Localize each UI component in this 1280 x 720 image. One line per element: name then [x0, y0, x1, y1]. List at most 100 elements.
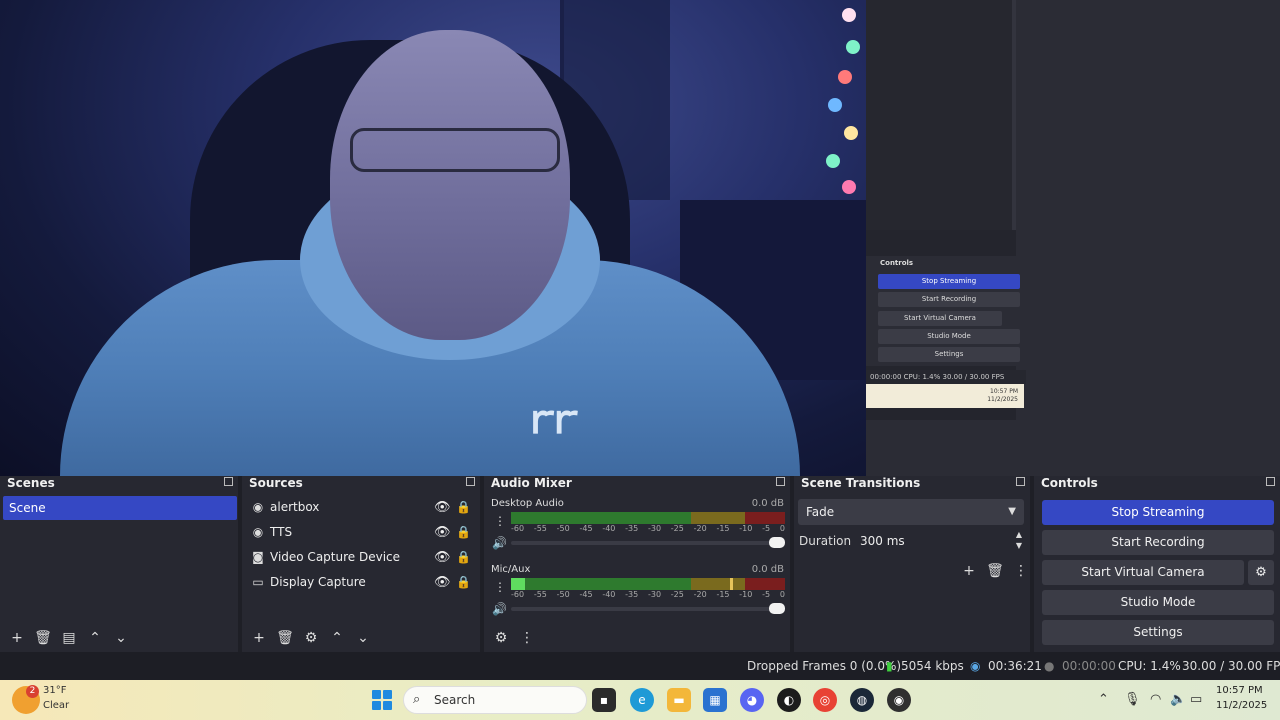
- store-icon[interactable]: ▦: [703, 688, 727, 712]
- sources-title-text: Sources: [249, 476, 303, 490]
- kebab-menu-icon[interactable]: ⋮: [494, 580, 506, 594]
- eye-icon[interactable]: 👁: [434, 520, 451, 545]
- fps: 30.00 / 30.00 FPS: [1182, 659, 1280, 673]
- github-icon[interactable]: ◐: [777, 688, 801, 712]
- start-virtual-camera-button[interactable]: Start Virtual Camera: [1042, 560, 1244, 585]
- controls-dock: Controls Stop Streaming Start Recording …: [1034, 476, 1280, 652]
- weather-temperature[interactable]: 31°F: [43, 685, 66, 696]
- transition-tools: + 🗑 ⋮: [958, 560, 1032, 582]
- audio-mixer-dock: Audio Mixer Desktop Audio 0.0 dB ⋮ -60 -5…: [484, 476, 790, 652]
- add-icon[interactable]: +: [958, 560, 980, 582]
- meter-tick-label: -40: [602, 590, 616, 599]
- battery-icon[interactable]: ▭: [1190, 680, 1202, 720]
- speaker-icon[interactable]: 🔈: [1170, 680, 1186, 720]
- stop-streaming-button[interactable]: Stop Streaming: [1042, 500, 1274, 525]
- filter-icon[interactable]: ▤: [58, 627, 80, 649]
- file-explorer-icon[interactable]: ▪: [592, 688, 616, 712]
- weather-condition[interactable]: Clear: [43, 700, 69, 711]
- start-recording-button[interactable]: Start Recording: [1042, 530, 1274, 555]
- nested-clock: 10:57 PM: [990, 388, 1018, 395]
- eye-icon[interactable]: 👁: [434, 545, 451, 570]
- duration-input[interactable]: 300 ms ▲ ▼: [852, 529, 1026, 553]
- lock-icon[interactable]: 🔒: [456, 495, 471, 520]
- transition-select[interactable]: Fade ▼: [798, 499, 1024, 525]
- gear-icon: ⚙: [1255, 565, 1267, 580]
- browser-icon: ◉: [252, 525, 264, 539]
- taskbar-date[interactable]: 11/2/2025: [1216, 700, 1267, 711]
- person-head: [330, 30, 570, 340]
- advanced-audio-icon[interactable]: ⚙: [490, 627, 512, 649]
- add-icon[interactable]: +: [248, 627, 270, 649]
- undock-icon[interactable]: [466, 477, 475, 486]
- undock-icon[interactable]: [776, 477, 785, 486]
- kebab-menu-icon[interactable]: ⋮: [516, 627, 538, 649]
- lock-icon[interactable]: 🔒: [456, 570, 471, 595]
- fairy-lights: [820, 0, 866, 200]
- slider-knob[interactable]: [769, 603, 785, 614]
- transitions-title: Scene Transitions: [794, 476, 1030, 490]
- trash-icon[interactable]: 🗑: [984, 560, 1006, 582]
- slider-knob[interactable]: [769, 537, 785, 548]
- scene-item[interactable]: Scene: [3, 496, 237, 520]
- meter-tick-label: -55: [533, 590, 547, 599]
- folder-icon[interactable]: ▬: [667, 688, 691, 712]
- chevron-up-icon[interactable]: ⌃: [1098, 680, 1109, 720]
- mixer-channel-desktop-audio: Desktop Audio 0.0 dB ⋮ -60 -55 -50 -45 -40 -3…: [484, 498, 790, 562]
- spin-arrows-icon[interactable]: ▲ ▼: [1016, 529, 1022, 551]
- speaker-icon[interactable]: 🔊: [492, 602, 507, 616]
- source-item-alertbox[interactable]: ◉ alertbox 👁 🔒: [242, 495, 480, 520]
- source-item-display-capture[interactable]: ▭ Display Capture 👁 🔒: [242, 570, 480, 595]
- volume-slider[interactable]: [511, 537, 785, 548]
- trash-icon[interactable]: 🗑: [32, 627, 54, 649]
- settings-button[interactable]: Settings: [1042, 620, 1274, 645]
- studio-mode-button[interactable]: Studio Mode: [1042, 590, 1274, 615]
- meter-tick-label: -45: [579, 524, 593, 533]
- chevron-down-icon[interactable]: ⌄: [110, 627, 132, 649]
- channel-name: Mic/Aux: [491, 564, 531, 575]
- camera-icon: ◙: [252, 550, 264, 564]
- gear-icon[interactable]: ⚙: [300, 627, 322, 649]
- chevron-down-icon[interactable]: ⌄: [352, 627, 374, 649]
- nested-studio-mode: Studio Mode: [878, 329, 1020, 344]
- chevron-up-icon[interactable]: ⌃: [84, 627, 106, 649]
- wifi-icon[interactable]: ◠: [1150, 680, 1161, 720]
- stream-time: 00:36:21: [988, 659, 1042, 673]
- microphone-icon[interactable]: 🎙: [1124, 680, 1141, 720]
- lock-icon[interactable]: 🔒: [456, 545, 471, 570]
- undock-icon[interactable]: [1266, 477, 1275, 486]
- chevron-up-icon[interactable]: ⌃: [326, 627, 348, 649]
- mixer-title-text: Audio Mixer: [491, 476, 572, 490]
- preview-canvas[interactable]: ꭈꭈ Controls Stop Streaming Start Recordi…: [0, 0, 1280, 476]
- meter-tick-label: -30: [647, 590, 662, 599]
- stream-icon: ◉: [970, 659, 981, 673]
- lock-icon[interactable]: 🔒: [456, 520, 471, 545]
- meter-tick-label: -40: [602, 524, 616, 533]
- taskbar-search[interactable]: ⌕ Search: [403, 686, 587, 714]
- windows-start-icon[interactable]: [372, 690, 392, 710]
- discord-icon[interactable]: ◕: [740, 688, 764, 712]
- add-icon[interactable]: +: [6, 627, 28, 649]
- meter-tick-label: -50: [556, 524, 570, 533]
- mixer-channel-mic-aux: Mic/Aux 0.0 dB ⋮ -60 -55 -50 -45 -40 -35 -30 -2…: [484, 564, 790, 628]
- taskbar-time[interactable]: 10:57 PM: [1216, 685, 1263, 696]
- chrome-icon[interactable]: ◎: [813, 688, 837, 712]
- source-item-video-capture[interactable]: ◙ Video Capture Device 👁 🔒: [242, 545, 480, 570]
- virtual-camera-settings-button[interactable]: ⚙: [1248, 560, 1274, 585]
- speaker-icon[interactable]: 🔊: [492, 536, 507, 550]
- eye-icon[interactable]: 👁: [434, 570, 451, 595]
- trash-icon[interactable]: 🗑: [274, 627, 296, 649]
- nested-date: 11/2/2025: [987, 396, 1018, 403]
- eye-icon[interactable]: 👁: [434, 495, 451, 520]
- source-label: TTS: [270, 525, 293, 539]
- undock-icon[interactable]: [224, 477, 233, 486]
- transitions-title-text: Scene Transitions: [801, 476, 921, 490]
- hoodie-logo: ꭈꭈ: [530, 397, 578, 443]
- steam-icon[interactable]: ◍: [850, 688, 874, 712]
- kebab-menu-icon[interactable]: ⋮: [1010, 560, 1032, 582]
- volume-slider[interactable]: [511, 603, 785, 614]
- edge-icon[interactable]: e: [630, 688, 654, 712]
- obs-icon[interactable]: ◉: [887, 688, 911, 712]
- undock-icon[interactable]: [1016, 477, 1025, 486]
- kebab-menu-icon[interactable]: ⋮: [494, 514, 506, 528]
- source-item-tts[interactable]: ◉ TTS 👁 🔒: [242, 520, 480, 545]
